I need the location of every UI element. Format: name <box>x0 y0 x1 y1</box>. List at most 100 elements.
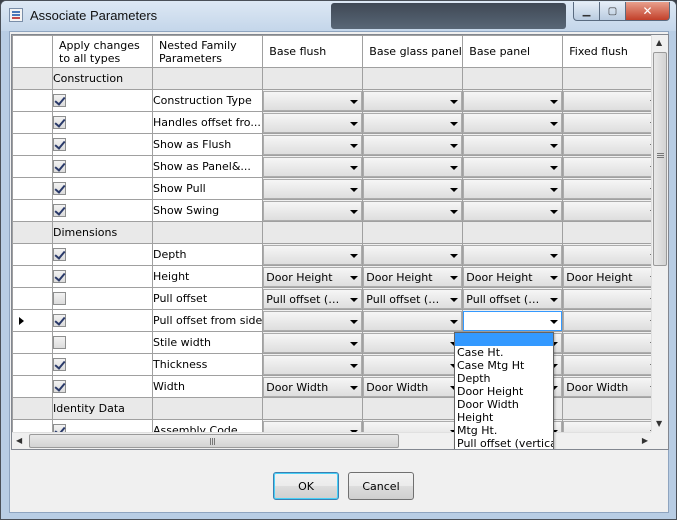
parameter-combobox[interactable] <box>563 332 662 353</box>
apply-to-all-checkbox[interactable] <box>53 380 66 394</box>
parameter-combobox[interactable] <box>463 200 562 221</box>
chevron-down-icon[interactable] <box>550 297 559 302</box>
chevron-down-icon[interactable] <box>450 165 459 170</box>
dropdown-option[interactable]: Height <box>455 411 553 424</box>
parameter-row[interactable]: Show Pull <box>12 177 664 200</box>
chevron-down-icon[interactable] <box>350 121 359 126</box>
close-button[interactable]: ✕ <box>626 2 670 21</box>
scroll-left-icon[interactable]: ◀ <box>16 437 22 445</box>
parameter-dropdown-list[interactable]: Case Ht. Case Mtg Ht Depth Door Height Door … <box>454 332 554 449</box>
dropdown-option[interactable]: Pull offset (vertical) <box>455 437 553 449</box>
apply-to-all-checkbox[interactable] <box>53 138 66 152</box>
parameter-row[interactable]: Show as Flush <box>12 133 664 156</box>
parameter-row[interactable]: Thickness <box>12 353 664 376</box>
parameter-combobox[interactable] <box>363 244 462 265</box>
parameter-combobox[interactable] <box>363 354 462 375</box>
chevron-down-icon[interactable] <box>550 209 559 214</box>
parameter-combobox[interactable] <box>463 156 562 177</box>
chevron-down-icon[interactable] <box>550 121 559 126</box>
chevron-down-icon[interactable] <box>550 143 559 148</box>
row-header-cell[interactable] <box>12 89 53 112</box>
chevron-down-icon[interactable] <box>550 99 559 104</box>
parameter-row[interactable]: Construction Type <box>12 89 664 112</box>
category-row[interactable]: Dimensions <box>12 221 664 244</box>
row-header-cell[interactable] <box>12 199 53 222</box>
parameter-row[interactable]: Height Door Height Door Height Door Height D… <box>12 265 664 288</box>
row-header-cell[interactable] <box>12 309 53 332</box>
parameter-combobox[interactable] <box>463 310 562 331</box>
column-header-type-1[interactable]: Base flush <box>262 35 364 68</box>
parameter-combobox[interactable] <box>363 310 462 331</box>
scroll-down-icon[interactable]: ▼ <box>656 420 662 428</box>
parameter-combobox[interactable] <box>263 310 362 331</box>
column-header-type-3[interactable]: Base panel <box>462 35 564 68</box>
scroll-right-icon[interactable]: ▶ <box>642 437 648 445</box>
chevron-down-icon[interactable] <box>450 143 459 148</box>
chevron-down-icon[interactable] <box>450 121 459 126</box>
parameter-combobox[interactable]: Door Height <box>363 266 462 287</box>
vertical-scrollbar[interactable]: ▲ ▼ <box>651 35 668 432</box>
parameter-combobox[interactable] <box>263 354 362 375</box>
parameter-combobox[interactable] <box>463 134 562 155</box>
chevron-down-icon[interactable] <box>550 165 559 170</box>
chevron-down-icon[interactable] <box>550 319 559 324</box>
parameter-row[interactable]: Stile width <box>12 331 664 354</box>
cancel-button[interactable]: Cancel <box>348 472 414 500</box>
dropdown-option[interactable]: Case Ht. <box>455 346 553 359</box>
parameter-combobox[interactable] <box>363 332 462 353</box>
chevron-down-icon[interactable] <box>550 253 559 258</box>
dropdown-option[interactable] <box>455 333 553 346</box>
row-header-cell[interactable] <box>12 243 53 266</box>
column-header-apply[interactable]: Apply changes to all types <box>52 35 153 68</box>
parameter-row[interactable]: Handles offset fro... <box>12 111 664 134</box>
parameter-combobox[interactable] <box>363 112 462 133</box>
chevron-down-icon[interactable] <box>450 253 459 258</box>
row-header-cell[interactable] <box>12 375 53 398</box>
row-header-cell[interactable] <box>12 331 53 354</box>
parameter-combobox[interactable] <box>363 178 462 199</box>
parameter-combobox[interactable] <box>563 178 662 199</box>
parameter-combobox[interactable] <box>263 90 362 111</box>
apply-to-all-checkbox[interactable] <box>53 94 66 108</box>
apply-to-all-checkbox[interactable] <box>53 270 66 284</box>
title-bar[interactable]: Associate Parameters ▁ ▢ ✕ <box>1 1 676 31</box>
parameter-combobox[interactable]: Pull offset (ve... <box>363 288 462 309</box>
ok-button[interactable]: OK <box>273 472 339 500</box>
parameter-combobox[interactable] <box>263 332 362 353</box>
chevron-down-icon[interactable] <box>550 187 559 192</box>
chevron-down-icon[interactable] <box>350 187 359 192</box>
dropdown-option[interactable]: Door Width <box>455 398 553 411</box>
chevron-down-icon[interactable] <box>450 319 459 324</box>
chevron-down-icon[interactable] <box>350 385 359 390</box>
parameter-combobox[interactable] <box>463 90 562 111</box>
parameter-combobox[interactable] <box>563 200 662 221</box>
dropdown-option[interactable]: Depth <box>455 372 553 385</box>
parameter-row[interactable]: Depth <box>12 243 664 266</box>
dropdown-option[interactable]: Door Height <box>455 385 553 398</box>
parameter-combobox[interactable]: Door Height <box>263 266 362 287</box>
row-header-cell[interactable] <box>12 353 53 376</box>
parameter-row[interactable]: Show as Panel&... <box>12 155 664 178</box>
chevron-down-icon[interactable] <box>350 253 359 258</box>
category-row[interactable]: Construction <box>12 67 664 90</box>
parameter-combobox[interactable] <box>563 244 662 265</box>
maximize-button[interactable]: ▢ <box>600 2 626 21</box>
chevron-down-icon[interactable] <box>350 341 359 346</box>
category-row[interactable]: Identity Data <box>12 397 664 420</box>
parameter-combobox[interactable] <box>563 156 662 177</box>
row-header-cell[interactable] <box>12 133 53 156</box>
parameter-combobox[interactable]: Door Width <box>363 376 462 397</box>
parameter-combobox[interactable] <box>563 134 662 155</box>
chevron-down-icon[interactable] <box>350 363 359 368</box>
column-header-type-4[interactable]: Fixed flush <box>562 35 664 68</box>
apply-to-all-checkbox[interactable] <box>53 182 66 196</box>
row-header-cell[interactable] <box>12 397 53 420</box>
parameter-combobox[interactable] <box>563 90 662 111</box>
parameter-combobox[interactable] <box>463 112 562 133</box>
chevron-down-icon[interactable] <box>350 165 359 170</box>
apply-to-all-checkbox[interactable] <box>53 314 66 328</box>
parameter-row[interactable]: Width Door Width Door Width Door Width <box>12 375 664 398</box>
chevron-down-icon[interactable] <box>450 209 459 214</box>
row-header-cell[interactable] <box>12 177 53 200</box>
parameter-combobox[interactable] <box>363 90 462 111</box>
